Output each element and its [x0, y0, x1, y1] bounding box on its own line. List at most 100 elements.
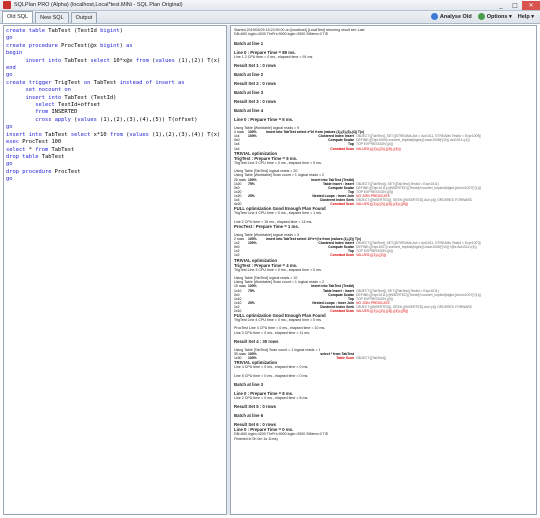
sql-keyword: bigint [100, 42, 120, 49]
plan-rows: 1x2 [234, 253, 240, 258]
code-line: create procedure ProcTest(@x bigint) as [6, 43, 224, 50]
toolbar: Analyse Old Options ▾ Help ▾ [430, 10, 540, 23]
analyse-icon [430, 13, 438, 20]
code-line: go [6, 161, 224, 168]
sql-text: 10*x@x [109, 57, 136, 64]
close-button[interactable]: ✕ [522, 0, 540, 10]
sql-text: * [25, 146, 36, 153]
plan-detail: VALUES:(((1)),((2))) [356, 253, 387, 258]
code-line: drop procedure ProcTest [6, 169, 224, 176]
code-line: go [6, 124, 224, 131]
sql-text: TabTest [38, 153, 65, 160]
plan-operator: Table Scan [336, 356, 354, 361]
code-line: insert into TabTest select 10*x@x from (… [6, 58, 224, 65]
plan-operator: Constant Scan [330, 253, 354, 258]
gear-icon [477, 13, 485, 20]
sql-text: TabTest [90, 79, 120, 86]
sql-keyword: select [90, 57, 110, 64]
sql-keyword: end [6, 65, 16, 72]
sql-text: ProcTest(@x [57, 42, 101, 49]
result-line: Finished in 0h 0m 1s 11ms) [234, 436, 278, 441]
code-line: set nocount on [6, 87, 224, 94]
code-line: create trigger TrigTest on TabTest inste… [6, 80, 224, 87]
sql-editor[interactable]: create table TabTest (TestId bigint) go cr… [3, 25, 227, 515]
plan-detail: VALUES:(((1)),((2)),((3)),((4)),((5))) [356, 309, 409, 314]
sql-keyword: go [6, 176, 13, 183]
results-pane[interactable]: Started 2019/04/29 15:23:39.00 on [local… [230, 25, 537, 515]
options-button[interactable]: Options ▾ [477, 13, 512, 20]
code-line: create table TabTest (TestId bigint) [6, 28, 224, 35]
sql-keyword: cross apply [35, 116, 71, 123]
sql-keyword: go [6, 72, 13, 79]
sql-keyword: from [135, 57, 149, 64]
sql-keyword: begin [6, 50, 23, 57]
sql-text: ) [119, 28, 123, 34]
plan-operator: Constant Scan [330, 146, 354, 151]
sql-text: TabTest [61, 57, 91, 64]
sql-keyword: drop table [6, 153, 39, 160]
code-line: go [6, 72, 224, 79]
sql-keyword: insert into [25, 57, 62, 64]
tab-output[interactable]: Output [70, 12, 98, 23]
tab-old-sql[interactable]: Old SQL [2, 11, 34, 23]
code-line: from INSERTED [6, 109, 224, 116]
sql-keyword: as [126, 42, 133, 49]
options-label: Options ▾ [486, 13, 512, 20]
sql-keyword: values [77, 116, 97, 123]
plan-cost [248, 253, 266, 257]
help-button[interactable]: Help ▾ [518, 14, 534, 20]
sql-keyword: create table [6, 28, 45, 34]
sql-keyword: values [129, 131, 149, 138]
sql-keyword: drop procedure [6, 168, 52, 175]
sql-keyword: select [6, 146, 26, 153]
code-line: end [6, 65, 224, 72]
maximize-button[interactable]: □ [508, 1, 522, 10]
code-line: select * from TabTest [6, 147, 224, 154]
analyse-button[interactable]: Analyse Old [430, 13, 472, 20]
code-line: select TestId+offset [6, 102, 224, 109]
help-label: Help ▾ [517, 13, 534, 20]
tab-new-sql[interactable]: New SQL [35, 12, 69, 23]
sql-text: ProcTest 100 [18, 139, 62, 146]
sql-keyword: values [155, 57, 175, 64]
tab-bar: Old SQL New SQL Output Analyse Old Optio… [0, 11, 540, 24]
plan-detail: VALUES:(((1)),((2)),((3)),((4))) [356, 146, 401, 151]
analyse-label: Analyse Old [439, 13, 472, 20]
sql-keyword: instead of insert as [119, 79, 185, 86]
sql-text: (1),(2),(3),(4)) T(x) [148, 131, 221, 138]
sql-text: INSERTED [48, 109, 78, 116]
sql-text: TrigTest [51, 79, 84, 86]
sql-text: TestId+offset [54, 102, 101, 109]
plan-detail: VALUES:(((1)),((2)),((3)),((4)),((5))) [356, 202, 409, 207]
sql-keyword: from [35, 109, 49, 116]
sql-keyword: go [6, 161, 13, 168]
sql-keyword: go [6, 124, 13, 131]
code-line: exec ProcTest 100 [6, 139, 224, 146]
app-icon [3, 1, 11, 9]
sql-keyword: select [70, 131, 91, 138]
sql-keyword: set nocount on [25, 87, 71, 94]
sql-text: ProcTest [51, 168, 81, 175]
code-line: go [6, 176, 224, 183]
sql-keyword: bigint [100, 28, 120, 34]
sql-text: x*10 [90, 131, 110, 138]
sql-text: TabTest (TestId [44, 28, 101, 34]
code-line: begin [6, 50, 224, 57]
sql-keyword: go [6, 35, 13, 42]
plan-detail: OBJECT:([TabTest]) [356, 356, 386, 361]
window-title: SQLPlan PRO (Alpha) (localhost,Local*tes… [14, 2, 183, 8]
sql-keyword: select [35, 102, 55, 109]
sql-keyword: exec [6, 139, 19, 146]
minimize-button[interactable]: _ [494, 1, 508, 10]
code-line: insert into TabTest (TestId) [6, 95, 224, 102]
code-line: cross apply (values (1),(2),(3),(4),(5))… [6, 117, 224, 124]
sql-text: TabTest [48, 146, 75, 153]
sql-text: (1),(2)) T(x) [174, 57, 221, 64]
code-line: go [6, 35, 224, 42]
sql-text: TabTest (TestId) [61, 94, 117, 101]
